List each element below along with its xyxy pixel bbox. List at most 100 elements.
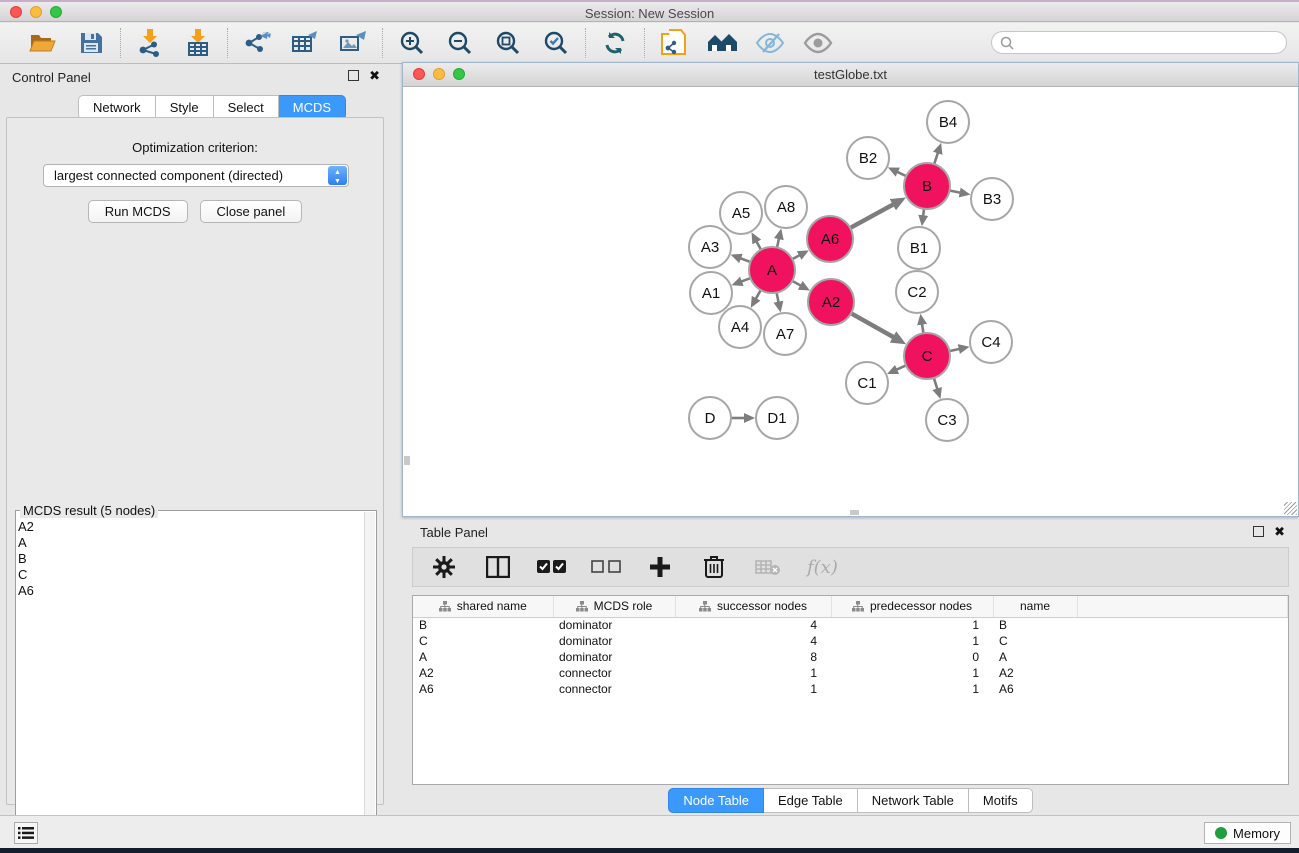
- close-table-panel-icon[interactable]: ✖: [1274, 526, 1285, 537]
- node-A5[interactable]: A5: [720, 192, 762, 234]
- node-C2[interactable]: C2: [896, 271, 938, 313]
- column-selector-icon[interactable]: [483, 552, 513, 582]
- node-C4[interactable]: C4: [970, 321, 1012, 363]
- search-field[interactable]: [991, 31, 1287, 54]
- table-row[interactable]: Cdominator41C: [413, 633, 1288, 649]
- cell[interactable]: 4: [675, 617, 831, 633]
- cell[interactable]: 1: [675, 665, 831, 681]
- cell[interactable]: 1: [831, 665, 993, 681]
- cell[interactable]: B: [413, 617, 553, 633]
- copy-network-view-icon[interactable]: [659, 28, 689, 58]
- node-table[interactable]: shared nameMCDS rolesuccessor nodesprede…: [412, 595, 1289, 785]
- deselect-all-icon[interactable]: [591, 552, 621, 582]
- cell[interactable]: A: [993, 649, 1077, 665]
- cell[interactable]: A6: [993, 681, 1077, 697]
- node-B1[interactable]: B1: [898, 227, 940, 269]
- network-canvas[interactable]: B4B2BB3A5A8A6A3B1AC2A1A2A4A7C4CC1DD1C3: [404, 88, 1297, 515]
- cell[interactable]: dominator: [553, 649, 675, 665]
- result-item[interactable]: A: [18, 535, 34, 551]
- optimization-criterion-select[interactable]: largest connected component (directed) ▲…: [43, 164, 349, 187]
- float-table-panel-icon[interactable]: [1253, 526, 1264, 537]
- node-A3[interactable]: A3: [689, 226, 731, 268]
- tab-node-table[interactable]: Node Table: [668, 788, 764, 813]
- result-scrollbar[interactable]: [364, 512, 375, 850]
- node-A4[interactable]: A4: [719, 306, 761, 348]
- cell[interactable]: 1: [831, 633, 993, 649]
- edge-A2-C[interactable]: [849, 312, 894, 337]
- column-header-shared-name[interactable]: shared name: [413, 596, 553, 617]
- cell[interactable]: connector: [553, 681, 675, 697]
- cell[interactable]: A2: [413, 665, 553, 681]
- cell[interactable]: 0: [831, 649, 993, 665]
- column-header-predecessor-nodes[interactable]: predecessor nodes: [831, 596, 993, 617]
- task-history-button[interactable]: [14, 822, 38, 844]
- node-C[interactable]: C: [904, 333, 950, 379]
- delete-column-icon[interactable]: [699, 552, 729, 582]
- column-header-successor-nodes[interactable]: successor nodes: [675, 596, 831, 617]
- close-panel-icon[interactable]: ✖: [369, 70, 380, 81]
- mcds-result-list[interactable]: A2ABCA6: [18, 519, 34, 599]
- zoom-selected-icon[interactable]: [541, 28, 571, 58]
- refresh-icon[interactable]: [600, 28, 630, 58]
- table-row[interactable]: Adominator80A: [413, 649, 1288, 665]
- node-D1[interactable]: D1: [756, 397, 798, 439]
- node-B2[interactable]: B2: [847, 137, 889, 179]
- result-item[interactable]: B: [18, 551, 34, 567]
- cell[interactable]: 8: [675, 649, 831, 665]
- add-column-icon[interactable]: [645, 552, 675, 582]
- home-icon[interactable]: [707, 28, 737, 58]
- select-all-icon[interactable]: [537, 552, 567, 582]
- export-image-icon[interactable]: [338, 28, 368, 58]
- cell[interactable]: dominator: [553, 633, 675, 649]
- zoom-fit-icon[interactable]: [493, 28, 523, 58]
- cell[interactable]: B: [993, 617, 1077, 633]
- delete-table-icon[interactable]: [753, 552, 783, 582]
- result-item[interactable]: A6: [18, 583, 34, 599]
- node-A7[interactable]: A7: [764, 313, 806, 355]
- vertical-scroll-thumb[interactable]: [404, 456, 410, 465]
- table-row[interactable]: A6connector11A6: [413, 681, 1288, 697]
- node-D[interactable]: D: [689, 397, 731, 439]
- cell[interactable]: 1: [831, 681, 993, 697]
- tab-motifs[interactable]: Motifs: [969, 788, 1033, 813]
- node-B[interactable]: B: [904, 163, 950, 209]
- zoom-out-icon[interactable]: [445, 28, 475, 58]
- cell[interactable]: dominator: [553, 617, 675, 633]
- cell[interactable]: C: [413, 633, 553, 649]
- resize-grip[interactable]: [1284, 502, 1297, 515]
- cell[interactable]: 4: [675, 633, 831, 649]
- cell[interactable]: 1: [675, 681, 831, 697]
- node-A6[interactable]: A6: [807, 216, 853, 262]
- open-session-icon[interactable]: [28, 28, 58, 58]
- node-A2[interactable]: A2: [808, 279, 854, 325]
- run-mcds-button[interactable]: Run MCDS: [88, 200, 188, 223]
- table-row[interactable]: A2connector11A2: [413, 665, 1288, 681]
- export-table-icon[interactable]: [290, 28, 320, 58]
- node-A1[interactable]: A1: [690, 272, 732, 314]
- horizontal-scroll-thumb[interactable]: [850, 510, 859, 515]
- show-graphics-icon[interactable]: [803, 28, 833, 58]
- memory-button[interactable]: Memory: [1204, 822, 1291, 844]
- import-table-icon[interactable]: [183, 28, 213, 58]
- tab-edge-table[interactable]: Edge Table: [764, 788, 858, 813]
- cell[interactable]: connector: [553, 665, 675, 681]
- float-panel-icon[interactable]: [348, 70, 359, 81]
- function-builder-icon[interactable]: f(x): [807, 557, 838, 578]
- cell[interactable]: A6: [413, 681, 553, 697]
- network-window-titlebar[interactable]: testGlobe.txt: [403, 63, 1298, 87]
- import-network-icon[interactable]: [135, 28, 165, 58]
- cell[interactable]: C: [993, 633, 1077, 649]
- hide-graphics-icon[interactable]: [755, 28, 785, 58]
- edge-A6-B[interactable]: [848, 204, 893, 229]
- export-network-icon[interactable]: [242, 28, 272, 58]
- cell[interactable]: 1: [831, 617, 993, 633]
- node-A8[interactable]: A8: [765, 186, 807, 228]
- close-panel-button[interactable]: Close panel: [200, 200, 303, 223]
- table-row[interactable]: Bdominator41B: [413, 617, 1288, 633]
- node-C3[interactable]: C3: [926, 399, 968, 441]
- search-input[interactable]: [1014, 36, 1264, 50]
- result-item[interactable]: C: [18, 567, 34, 583]
- node-B3[interactable]: B3: [971, 178, 1013, 220]
- node-C1[interactable]: C1: [846, 362, 888, 404]
- network-graph[interactable]: B4B2BB3A5A8A6A3B1AC2A1A2A4A7C4CC1DD1C3: [404, 88, 1297, 515]
